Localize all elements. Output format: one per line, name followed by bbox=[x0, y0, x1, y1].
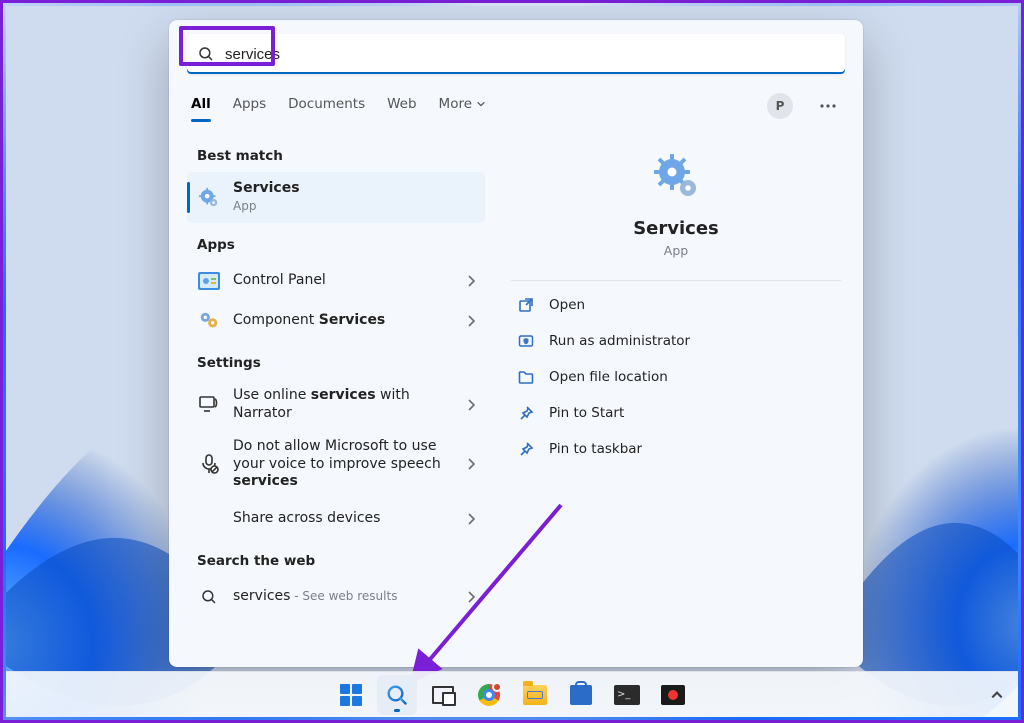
record-icon bbox=[661, 685, 685, 705]
taskbar-app-terminal[interactable] bbox=[607, 675, 647, 715]
tab-more[interactable]: More bbox=[439, 90, 486, 122]
chevron-right-icon bbox=[467, 458, 475, 470]
services-gear-icon bbox=[652, 152, 700, 200]
search-input[interactable] bbox=[225, 46, 835, 63]
result-share-devices[interactable]: Share across devices bbox=[187, 499, 485, 539]
action-run-admin[interactable]: Run as administrator bbox=[511, 323, 841, 359]
result-web-search[interactable]: services - See web results bbox=[187, 577, 485, 617]
system-tray[interactable] bbox=[990, 688, 1004, 702]
result-label: services - See web results bbox=[233, 588, 397, 604]
chevron-right-icon bbox=[467, 513, 475, 525]
component-services-icon bbox=[197, 309, 221, 333]
chevron-right-icon bbox=[467, 399, 475, 411]
action-open[interactable]: Open bbox=[511, 287, 841, 323]
result-component-services[interactable]: Component Services bbox=[187, 301, 485, 341]
taskbar-app-recorder[interactable] bbox=[653, 675, 693, 715]
result-label: Control Panel bbox=[233, 272, 455, 290]
action-open-location[interactable]: Open file location bbox=[511, 359, 841, 395]
preview-pane: Services App Open Run as administrator O… bbox=[499, 130, 851, 651]
pin-icon bbox=[517, 440, 535, 458]
result-label: Component Services bbox=[233, 312, 385, 328]
taskbar-app-chrome[interactable] bbox=[469, 675, 509, 715]
chevron-right-icon bbox=[467, 315, 475, 327]
ellipsis-icon bbox=[820, 104, 836, 108]
pin-icon bbox=[517, 404, 535, 422]
result-label: Do not allow Microsoft to use your voice… bbox=[233, 438, 441, 489]
profile-badge[interactable]: P bbox=[767, 93, 793, 119]
action-label: Open file location bbox=[549, 369, 668, 385]
open-icon bbox=[517, 296, 535, 314]
chevron-up-icon bbox=[990, 688, 1004, 702]
more-options-button[interactable] bbox=[815, 93, 841, 119]
tab-apps[interactable]: Apps bbox=[233, 90, 266, 122]
tab-all[interactable]: All bbox=[191, 90, 211, 122]
result-services-app[interactable]: Services App bbox=[187, 172, 485, 223]
section-apps: Apps bbox=[187, 223, 485, 261]
tab-documents[interactable]: Documents bbox=[288, 90, 365, 122]
result-label: Use online services with Narrator bbox=[233, 387, 410, 421]
result-speech-services[interactable]: Do not allow Microsoft to use your voice… bbox=[187, 430, 485, 499]
action-pin-start[interactable]: Pin to Start bbox=[511, 395, 841, 431]
taskbar-app-store[interactable] bbox=[561, 675, 601, 715]
file-explorer-icon bbox=[523, 685, 547, 705]
section-search-web: Search the web bbox=[187, 539, 485, 577]
shield-icon bbox=[517, 332, 535, 350]
display-icon bbox=[197, 393, 221, 417]
chrome-icon bbox=[478, 684, 500, 706]
result-title: Services bbox=[233, 180, 300, 196]
annotation-highlight-search bbox=[179, 26, 275, 66]
search-filter-tabs: All Apps Documents Web More P bbox=[169, 80, 863, 122]
taskbar bbox=[6, 671, 1018, 717]
windows-logo-icon bbox=[340, 684, 362, 706]
search-bar[interactable] bbox=[187, 34, 845, 74]
result-label: Share across devices bbox=[233, 510, 455, 528]
action-pin-taskbar[interactable]: Pin to taskbar bbox=[511, 431, 841, 467]
search-icon bbox=[385, 683, 409, 707]
folder-icon bbox=[517, 368, 535, 386]
preview-title: Services bbox=[633, 218, 719, 239]
tab-web[interactable]: Web bbox=[387, 90, 416, 122]
section-best-match: Best match bbox=[187, 134, 485, 172]
control-panel-icon bbox=[197, 269, 221, 293]
result-control-panel[interactable]: Control Panel bbox=[187, 261, 485, 301]
result-narrator-services[interactable]: Use online services with Narrator bbox=[187, 379, 485, 430]
chevron-down-icon bbox=[476, 99, 486, 109]
tab-more-label: More bbox=[439, 96, 472, 112]
microsoft-store-icon bbox=[570, 685, 592, 705]
preview-subtitle: App bbox=[664, 243, 688, 258]
results-column: Best match Services App Apps Control Pan… bbox=[181, 130, 491, 651]
task-view-button[interactable] bbox=[423, 675, 463, 715]
chevron-right-icon bbox=[467, 275, 475, 287]
taskbar-search-button[interactable] bbox=[377, 675, 417, 715]
section-settings: Settings bbox=[187, 341, 485, 379]
task-view-icon bbox=[432, 686, 454, 704]
action-label: Run as administrator bbox=[549, 333, 690, 349]
microphone-icon bbox=[197, 452, 221, 476]
action-label: Pin to Start bbox=[549, 405, 624, 421]
chevron-right-icon bbox=[467, 591, 475, 603]
action-label: Open bbox=[549, 297, 585, 313]
divider bbox=[511, 280, 841, 281]
search-icon bbox=[197, 585, 221, 609]
start-search-panel: All Apps Documents Web More P Best match… bbox=[169, 20, 863, 667]
services-gear-icon bbox=[197, 186, 221, 210]
action-label: Pin to taskbar bbox=[549, 441, 642, 457]
terminal-icon bbox=[614, 685, 640, 705]
result-subtitle: App bbox=[233, 199, 256, 213]
start-button[interactable] bbox=[331, 675, 371, 715]
taskbar-app-explorer[interactable] bbox=[515, 675, 555, 715]
